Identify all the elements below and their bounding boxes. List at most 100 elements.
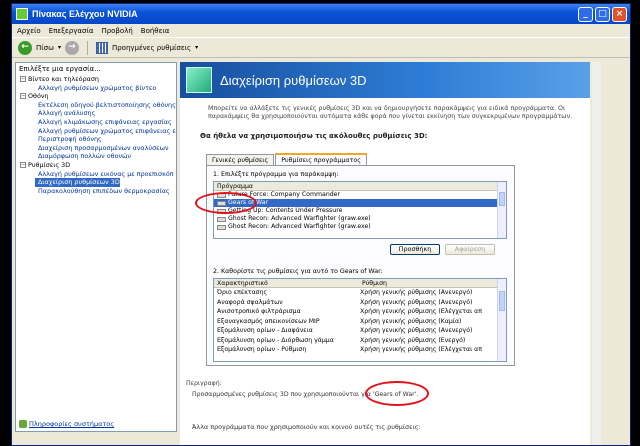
feature-value[interactable]: Χρήση γενικής ρύθμισης (Ανενεργό) xyxy=(360,288,472,298)
tree-category-label[interactable]: Βίντεο και τηλεόραση xyxy=(28,75,99,84)
window-scrollbar[interactable] xyxy=(592,62,601,445)
menu-edit[interactable]: Επεξεργασία xyxy=(49,27,94,35)
collapse-icon[interactable]: − xyxy=(20,76,26,83)
highlight-ring-program xyxy=(195,192,257,214)
feature-scrollbar-thumb[interactable] xyxy=(499,291,505,311)
tree-item[interactable]: Διαχείριση προσαρμοσμένων αναλύσεων xyxy=(16,144,169,152)
tree-item-row[interactable]: Διαχείριση ρυθμίσεων 3D xyxy=(16,178,176,187)
tree-item-row[interactable]: Αλλαγή κλιμάκωσης επιφάνειας εργασίας xyxy=(16,118,176,127)
highlight-ring-description xyxy=(365,381,429,406)
feature-value[interactable]: Χρήση γενικής ρύθμισης (Ελέγχεται απ xyxy=(360,345,482,355)
minimize-button[interactable]: _ xyxy=(578,6,593,22)
tree-item-row[interactable]: Περιστροφή οθόνης xyxy=(16,135,176,144)
advanced-dropdown-icon[interactable]: ▾ xyxy=(195,44,198,51)
tree-category[interactable]: − Βίντεο και τηλεόραση xyxy=(16,75,176,84)
feature-row[interactable]: Εξομάλυνση ορίων - Ρύθμιση Χρήση γενικής … xyxy=(214,345,506,355)
intro-text: Μπορείτε να αλλάξετε τις γενικές ρυθμίσε… xyxy=(180,98,590,121)
advanced-settings-icon[interactable] xyxy=(95,41,108,54)
maximize-button[interactable]: □ xyxy=(595,6,610,22)
forward-button[interactable]: → xyxy=(64,40,79,55)
tree-item[interactable]: Εκτέλεση οδηγού βελτιστοποίησης οθόνης xyxy=(16,101,176,109)
tree-category[interactable]: − Ρυθμίσεις 3D xyxy=(16,161,176,170)
tree-item-row[interactable]: Αλλαγή ρυθμίσεων χρώματος επιφάνειας ε xyxy=(16,127,176,136)
back-dropdown-icon[interactable]: ▾ xyxy=(58,44,61,51)
step2-label: 2. Καθορίστε τις ρυθμίσεις για αυτό το G… xyxy=(213,268,383,275)
menu-bar: Αρχείο Επεξεργασία Προβολή Βοήθεια xyxy=(12,24,630,38)
feature-value[interactable]: Χρήση γενικής ρύθμισης (Ανενεργό) xyxy=(360,326,472,336)
scrollbar-thumb[interactable] xyxy=(499,192,505,206)
tree-item-row[interactable]: Διαχείριση προσαρμοσμένων αναλύσεων xyxy=(16,144,176,153)
program-list[interactable]: Πρόγραμμα Future Force: Company Commande… xyxy=(213,181,507,239)
remove-button[interactable]: Αφαίρεση xyxy=(445,244,495,255)
tree-item[interactable]: Διαμόρφωση πολλών οθονών xyxy=(16,152,131,160)
feature-row[interactable]: Όριο επέκτασης Χρήση γενικής ρύθμισης (Αν… xyxy=(214,288,506,298)
feature-list-scrollbar[interactable] xyxy=(497,279,506,361)
feature-value[interactable]: Χρήση γενικής ρύθμισης (Ελέγχεται απ xyxy=(360,307,482,317)
menu-view[interactable]: Προβολή xyxy=(101,27,132,35)
collapse-icon[interactable]: − xyxy=(20,93,26,100)
system-info-link[interactable]: Πληροφορίες συστήματος xyxy=(19,420,114,428)
tree-category-label[interactable]: Οθόνη xyxy=(28,92,48,101)
feature-row[interactable]: Εξομάλυνση ορίων - Διόρθωση γάμμα Χρήση γ… xyxy=(214,336,506,346)
window-title: Πίνακας Ελέγχου NVIDIA xyxy=(32,9,138,19)
feature-value[interactable]: Χρήση γενικής ρύθμισης (Ενεργό) xyxy=(360,336,465,346)
sidebar-header: Επιλέξτε μια εργασία... xyxy=(19,65,101,73)
feature-row[interactable]: Εξομάλυνση ορίων - Διαφάνεια Χρήση γενική… xyxy=(214,326,506,336)
tree-category-label[interactable]: Ρυθμίσεις 3D xyxy=(28,161,70,170)
program-icon xyxy=(217,224,226,230)
collapse-icon[interactable]: − xyxy=(20,162,26,169)
tree-item-row[interactable]: Αλλαγή ρυθμίσεων χρώματος βίντεο xyxy=(16,84,176,93)
intro-line-1: Μπορείτε να αλλάξετε τις γενικές ρυθμίσε… xyxy=(208,105,566,112)
feature-value[interactable]: Χρήση γενικής ρύθμισης (Καμία) xyxy=(360,317,461,327)
tree-item[interactable]: Περιστροφή οθόνης xyxy=(16,135,102,143)
description-label: Περιγραφή: xyxy=(186,380,222,387)
feature-name: Εξομάλυνση ορίων - Ρύθμιση xyxy=(217,346,307,353)
feature-value[interactable]: Χρήση γενικής ρύθμισης (Ανενεργό) xyxy=(360,298,472,308)
menu-help[interactable]: Βοήθεια xyxy=(141,27,170,35)
feature-name: Εξαναγκασμός απεικονίσεων MIP xyxy=(217,317,320,325)
close-button[interactable]: × xyxy=(612,6,627,22)
tree-item[interactable]: Αλλαγή ρυθμίσεων χρώματος βίντεο xyxy=(16,84,156,92)
advanced-settings-button[interactable]: Προηγμένες ρυθμίσεις xyxy=(112,44,191,52)
feature-settings-list[interactable]: Χαρακτηριστικό Ρύθμιση Όριο επέκτασης Χρή… xyxy=(213,278,507,362)
feature-row[interactable]: Εξαναγκασμός απεικονίσεων MIP Χρήση γενικ… xyxy=(214,317,506,327)
menu-file[interactable]: Αρχείο xyxy=(17,27,41,35)
program-list-scrollbar[interactable] xyxy=(497,182,506,238)
program-row[interactable]: Gears of War xyxy=(214,199,506,207)
tree-item[interactable]: Παρακολούθηση επιπέδων θερμοκρασίας xyxy=(16,187,170,195)
program-row[interactable]: Future Force: Company Commander xyxy=(214,191,506,199)
tree-item-row[interactable]: Παρακολούθηση επιπέδων θερμοκρασίας xyxy=(16,187,176,196)
tree-item-row[interactable]: Αλλαγή ρυθμίσεων εικόνας με προεπισκόπ xyxy=(16,170,176,179)
setting-column-header: Ρύθμιση xyxy=(362,280,387,287)
tree-item[interactable]: Αλλαγή κλιμάκωσης επιφάνειας εργασίας xyxy=(16,118,172,126)
feature-row[interactable]: Αναφορά σφαλμάτων Χρήση γενικής ρύθμισης … xyxy=(214,298,506,308)
step1-label: 1. Επιλέξτε πρόγραμμα για παράκαμψη: xyxy=(213,171,339,178)
settings-question: Θα ήθελα να χρησιμοποιήσω τις ακόλουθες … xyxy=(200,132,428,140)
system-info-label[interactable]: Πληροφορίες συστήματος xyxy=(29,420,114,428)
tree-item[interactable]: Αλλαγή ανάλυσης xyxy=(16,109,95,117)
page-banner: Διαχείριση ρυθμίσεων 3D xyxy=(180,62,590,98)
tree-category[interactable]: − Οθόνη xyxy=(16,92,176,101)
feature-name: Ανισοτροπικό φιλτράρισμα xyxy=(217,308,301,315)
back-arrow-icon[interactable]: ← xyxy=(18,40,32,55)
feature-row[interactable]: Ανισοτροπικό φιλτράρισμα Χρήση γενικής ρύ… xyxy=(214,307,506,317)
tree-item-row[interactable]: Εκτέλεση οδηγού βελτιστοποίησης οθόνης xyxy=(16,101,176,110)
app-window: Πίνακας Ελέγχου NVIDIA _ □ × Αρχείο Επεξ… xyxy=(11,3,631,446)
tree-item-row[interactable]: Διαμόρφωση πολλών οθονών xyxy=(16,152,176,161)
tree-item-selected[interactable]: Διαχείριση ρυθμίσεων 3D xyxy=(35,178,120,187)
program-name: Ghost Recon: Advanced Warfighter (graw.e… xyxy=(228,215,371,222)
system-info-icon xyxy=(19,420,27,428)
tree-item[interactable]: Αλλαγή ρυθμίσεων χρώματος επιφάνειας ε xyxy=(16,127,176,135)
toolbar-separator xyxy=(86,40,88,55)
program-row[interactable]: Getting Up: Contents Under Pressure xyxy=(214,207,506,215)
title-bar[interactable]: Πίνακας Ελέγχου NVIDIA _ □ × xyxy=(12,4,630,24)
back-button[interactable]: Πίσω xyxy=(36,44,54,52)
add-button[interactable]: Προσθήκη xyxy=(390,244,440,255)
tree-item-row[interactable]: Αλλαγή ανάλυσης xyxy=(16,109,176,118)
feature-column-headers: Χαρακτηριστικό Ρύθμιση xyxy=(214,279,506,288)
program-row[interactable]: Ghost Recon: Advanced Warfighter (graw.e… xyxy=(214,215,506,223)
toolbar: ← Πίσω ▾ → Προηγμένες ρυθμίσεις ▾ xyxy=(12,38,630,58)
tree-item[interactable]: Αλλαγή ρυθμίσεων εικόνας με προεπισκόπ xyxy=(16,170,174,178)
program-row[interactable]: Ghost Recon: Advanced Warfighter (graw.e… xyxy=(214,223,506,231)
program-column-header: Πρόγραμμα xyxy=(214,182,506,191)
